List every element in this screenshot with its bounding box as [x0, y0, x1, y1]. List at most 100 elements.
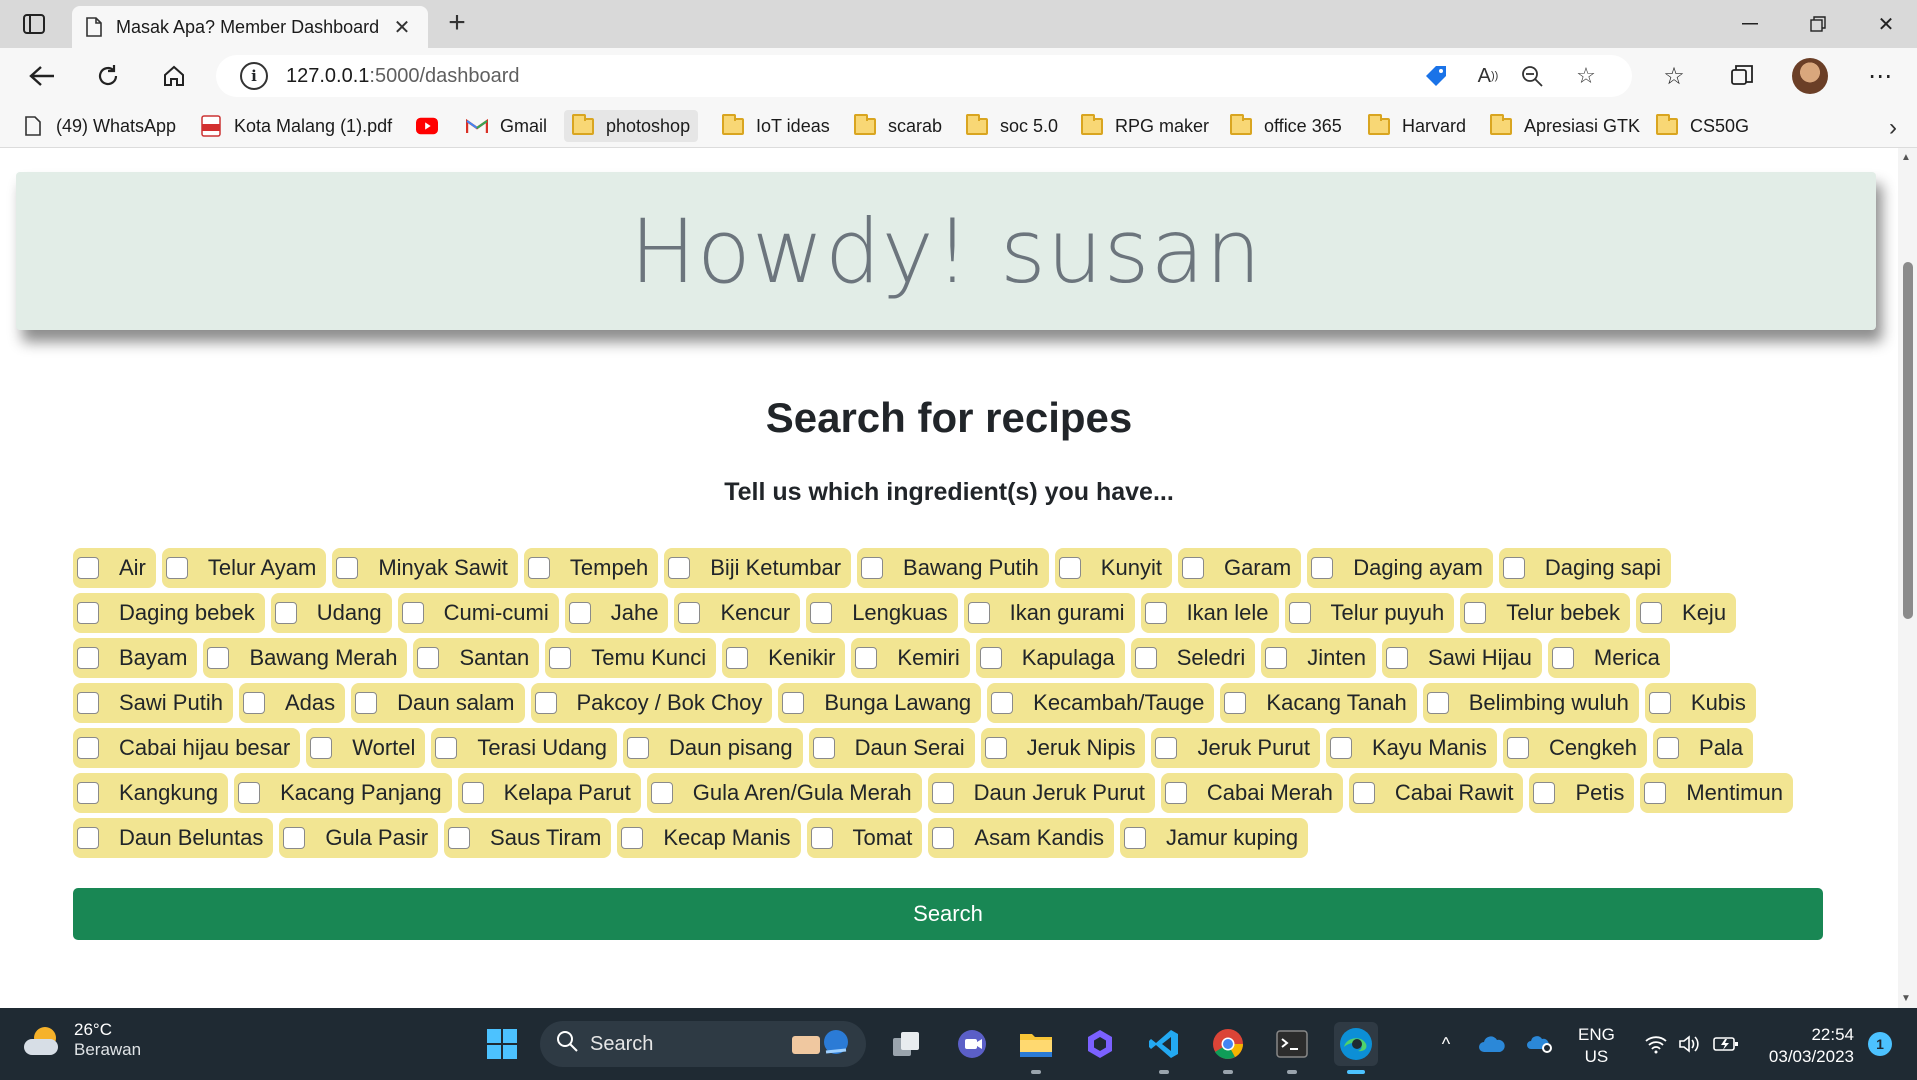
edge-icon[interactable] — [1334, 1022, 1378, 1074]
new-tab-button[interactable]: + — [440, 8, 474, 40]
ingredient-checkbox[interactable] — [1551, 647, 1574, 669]
add-favorite-icon[interactable]: ☆ — [1570, 61, 1602, 91]
bookmark-gmail[interactable]: Gmail — [466, 110, 547, 142]
ingredient-option[interactable]: Bunga Lawang — [778, 683, 982, 723]
bookmark-youtube[interactable] — [416, 110, 450, 142]
ingredient-option[interactable]: Air — [73, 548, 156, 588]
ingredient-checkbox[interactable] — [435, 737, 458, 759]
ingredient-option[interactable]: Mentimun — [1640, 773, 1793, 813]
ingredient-checkbox[interactable] — [668, 557, 691, 579]
ingredient-option[interactable]: Kacang Panjang — [234, 773, 452, 813]
tab-actions-icon[interactable] — [18, 10, 50, 38]
ingredient-checkbox[interactable] — [77, 647, 99, 669]
ingredient-checkbox[interactable] — [678, 602, 701, 624]
ingredient-option[interactable]: Ikan gurami — [963, 593, 1135, 633]
ingredient-option[interactable]: Tomat — [806, 818, 923, 858]
ingredient-checkbox[interactable] — [77, 557, 99, 579]
ingredient-option[interactable]: Kacang Tanah — [1220, 683, 1417, 723]
tag-icon[interactable] — [1420, 61, 1452, 91]
ingredient-option[interactable]: Telur puyuh — [1284, 593, 1455, 633]
profile-avatar[interactable] — [1792, 58, 1828, 94]
notification-badge[interactable]: 1 — [1868, 1032, 1892, 1056]
ingredient-option[interactable]: Cumi-cumi — [397, 593, 559, 633]
ingredient-option[interactable]: Telur bebek — [1460, 593, 1631, 633]
ingredient-checkbox[interactable] — [1640, 602, 1663, 624]
ingredient-checkbox[interactable] — [1502, 557, 1525, 579]
ingredient-checkbox[interactable] — [621, 827, 644, 849]
ingredient-checkbox[interactable] — [1058, 557, 1081, 579]
ingredient-option[interactable]: Bawang Putih — [857, 548, 1049, 588]
ingredient-option[interactable]: Saus Tiram — [444, 818, 612, 858]
bookmark-soc[interactable]: soc 5.0 — [966, 110, 1058, 142]
read-aloud-icon[interactable]: A)) — [1472, 61, 1504, 91]
onedrive-icon[interactable] — [1474, 1008, 1510, 1080]
ingredient-checkbox[interactable] — [855, 647, 878, 669]
bookmark-apresiasi-gtk[interactable]: Apresiasi GTK — [1490, 110, 1640, 142]
bookmark-rpg-maker[interactable]: RPG maker — [1081, 110, 1209, 142]
ingredient-option[interactable]: Daging ayam — [1307, 548, 1493, 588]
ingredient-checkbox[interactable] — [782, 692, 805, 714]
ingredient-option[interactable]: Temu Kunci — [545, 638, 717, 678]
bookmark-photoshop[interactable]: photoshop — [564, 110, 699, 142]
ingredient-checkbox[interactable] — [1464, 602, 1487, 624]
start-windows-icon[interactable] — [480, 1022, 524, 1066]
scrollbar-thumb[interactable] — [1903, 262, 1913, 619]
ingredient-checkbox[interactable] — [77, 782, 99, 804]
ingredient-option[interactable]: Telur Ayam — [161, 548, 327, 588]
ingredient-option[interactable]: Petis — [1529, 773, 1635, 813]
ingredient-option[interactable]: Cabai Rawit — [1348, 773, 1524, 813]
ingredient-option[interactable]: Asam Kandis — [928, 818, 1115, 858]
ingredient-option[interactable]: Ikan lele — [1140, 593, 1279, 633]
ingredient-option[interactable]: Kayu Manis — [1325, 728, 1497, 768]
ingredient-checkbox[interactable] — [650, 782, 673, 804]
ingredient-checkbox[interactable] — [1352, 782, 1375, 804]
ingredient-checkbox[interactable] — [165, 557, 188, 579]
vscode-icon[interactable] — [1142, 1022, 1186, 1074]
ingredient-checkbox[interactable] — [1385, 647, 1408, 669]
ingredient-checkbox[interactable] — [627, 737, 650, 759]
teams-chat-icon[interactable] — [950, 1022, 994, 1066]
ingredient-option[interactable]: Daun pisang — [623, 728, 803, 768]
bookmark-office-365[interactable]: office 365 — [1230, 110, 1342, 142]
ingredient-option[interactable]: Kubis — [1644, 683, 1756, 723]
ingredient-checkbox[interactable] — [417, 647, 440, 669]
ingredient-checkbox[interactable] — [77, 602, 99, 624]
ingredient-option[interactable]: Pala — [1653, 728, 1754, 768]
ingredient-option[interactable]: Jeruk Nipis — [980, 728, 1146, 768]
address-field[interactable]: i 127.0.0.1:5000/dashboard A)) ☆ — [216, 55, 1632, 97]
ingredient-checkbox[interactable] — [549, 647, 572, 669]
close-window-icon[interactable]: ✕ — [1852, 0, 1917, 48]
ingredient-option[interactable]: Wortel — [306, 728, 426, 768]
ingredient-option[interactable]: Biji Ketumbar — [664, 548, 852, 588]
ingredient-option[interactable]: Bawang Merah — [203, 638, 408, 678]
ingredient-option[interactable]: Udang — [270, 593, 392, 633]
minimize-icon[interactable] — [1716, 0, 1784, 48]
browser-tab-active[interactable]: Masak Apa? Member Dashboard ✕ — [72, 6, 428, 48]
ingredient-checkbox[interactable] — [1224, 692, 1247, 714]
ingredient-option[interactable]: Minyak Sawit — [332, 548, 518, 588]
file-explorer-icon[interactable] — [1014, 1022, 1058, 1074]
ingredient-checkbox[interactable] — [984, 737, 1007, 759]
ingredient-option[interactable]: Belimbing wuluh — [1422, 683, 1639, 723]
ingredient-option[interactable]: Daun Jeruk Purut — [927, 773, 1155, 813]
language-indicator[interactable]: ENG US — [1578, 1024, 1615, 1068]
battery-charging-icon[interactable] — [1710, 1008, 1742, 1080]
ingredient-option[interactable]: Tempeh — [523, 548, 659, 588]
bookmark-pdf[interactable]: Kota Malang (1).pdf — [200, 110, 392, 142]
ingredient-checkbox[interactable] — [310, 737, 333, 759]
ingredient-checkbox[interactable] — [1648, 692, 1671, 714]
ingredient-option[interactable]: Garam — [1177, 548, 1302, 588]
ingredient-checkbox[interactable] — [726, 647, 749, 669]
ingredient-option[interactable]: Keju — [1636, 593, 1737, 633]
bookmark-whatsapp[interactable]: (49) WhatsApp — [22, 110, 176, 142]
ingredient-option[interactable]: Kangkung — [73, 773, 229, 813]
ingredient-checkbox[interactable] — [932, 827, 955, 849]
ingredient-checkbox[interactable] — [1265, 647, 1288, 669]
search-button[interactable]: Search — [73, 888, 1823, 940]
ingredient-checkbox[interactable] — [207, 647, 230, 669]
restore-icon[interactable] — [1784, 0, 1852, 48]
ingredient-option[interactable]: Daun salam — [351, 683, 525, 723]
ingredient-option[interactable]: Kemiri — [851, 638, 970, 678]
back-icon[interactable] — [22, 58, 62, 94]
terminal-icon[interactable] — [1270, 1022, 1314, 1074]
